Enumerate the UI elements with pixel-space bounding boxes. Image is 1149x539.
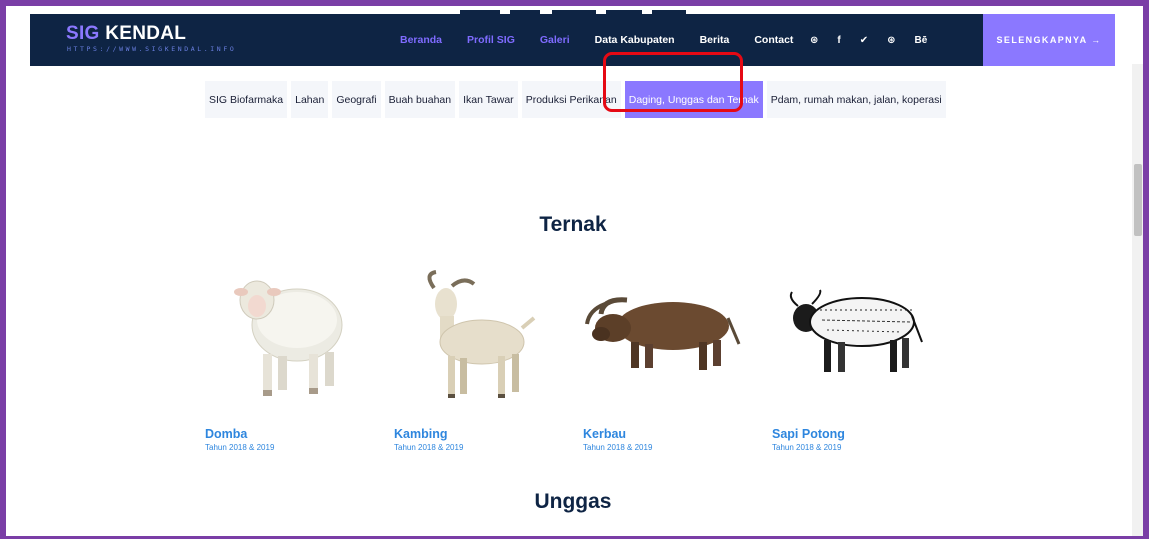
nav-contact[interactable]: Contact [754,34,793,46]
animal-year: Tahun 2018 & 2019 [205,443,275,452]
logo-subtitle: HTTPS://WWW.SIGKENDAL.INFO [67,45,237,53]
logo-sig: SIG [66,23,100,44]
tab-lahan[interactable]: Lahan [291,81,329,118]
animal-card-sapi-potong[interactable]: Sapi Potong Tahun 2018 & 2019 [772,270,932,452]
nav-beranda[interactable]: Beranda [400,34,442,46]
animal-card-kerbau[interactable]: Kerbau Tahun 2018 & 2019 [583,270,743,452]
category-tabs: SIG Biofarmaka Lahan Geografi Buah buaha… [205,81,946,118]
buffalo-image[interactable] [583,270,743,410]
animal-card-kambing[interactable]: Kambing Tahun 2018 & 2019 [394,270,554,452]
animal-name[interactable]: Domba [205,427,247,441]
animal-name[interactable]: Kerbau [583,427,626,441]
header-decoration [460,4,690,14]
nav-data-kabupaten[interactable]: Data Kabupaten [595,34,675,46]
behance-icon[interactable]: Bē [915,35,928,46]
social-links: ⊛ f ✔ ⊛ Bē [810,14,946,66]
tab-geografi[interactable]: Geografi [332,81,381,118]
facebook-icon[interactable]: f [837,35,840,46]
logo[interactable]: SIG KENDAL [66,23,186,45]
instagram-icon[interactable]: ⊛ [810,35,818,46]
selengkapnya-button[interactable]: SELENGKAPNYA → [983,14,1115,66]
red-highlight-box [603,52,743,112]
scrollbar-thumb[interactable] [1134,164,1142,236]
nav-berita[interactable]: Berita [700,34,730,46]
logo-kendal: KENDAL [105,23,187,44]
dribbble-icon[interactable]: ⊛ [887,35,895,46]
animal-card-domba[interactable]: Domba Tahun 2018 & 2019 [205,270,365,452]
sheep-image[interactable] [205,270,365,410]
nav-galeri[interactable]: Galeri [540,34,570,46]
goat-image[interactable] [394,270,554,410]
site-header: SIG KENDAL HTTPS://WWW.SIGKENDAL.INFO Be… [30,14,1115,66]
scrollbar-track[interactable] [1132,64,1143,536]
tab-sig-biofarmaka[interactable]: SIG Biofarmaka [205,81,288,118]
cattle-image[interactable] [772,270,932,410]
animal-name[interactable]: Sapi Potong [772,427,845,441]
animal-year: Tahun 2018 & 2019 [772,443,842,452]
tab-ikan-tawar[interactable]: Ikan Tawar [459,81,518,118]
section-title-unggas: Unggas [534,490,612,513]
tab-buah-buahan[interactable]: Buah buahan [384,81,456,118]
animal-name[interactable]: Kambing [394,427,447,441]
section-title-ternak: Ternak [539,213,607,236]
animal-year: Tahun 2018 & 2019 [394,443,464,452]
nav-profil-sig[interactable]: Profil SIG [467,34,515,46]
tab-pdam-rumah-makan[interactable]: Pdam, rumah makan, jalan, koperasi [766,81,946,118]
twitter-icon[interactable]: ✔ [860,35,868,46]
animal-year: Tahun 2018 & 2019 [583,443,653,452]
